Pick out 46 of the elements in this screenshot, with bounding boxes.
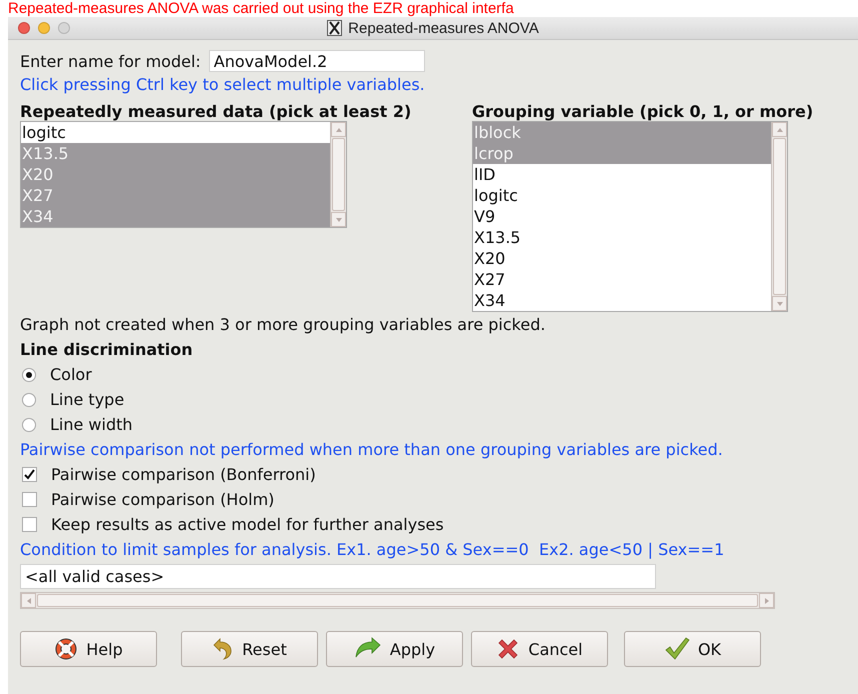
maximize-window-button[interactable] bbox=[58, 22, 70, 34]
radio-button[interactable] bbox=[22, 392, 36, 406]
scroll-left-arrow-icon[interactable] bbox=[24, 596, 32, 604]
radio-option[interactable]: Color bbox=[20, 362, 858, 387]
checkbox-option[interactable]: Pairwise comparison (Holm) bbox=[20, 487, 858, 512]
apply-button[interactable]: Apply bbox=[326, 631, 463, 667]
hint-text: Click pressing Ctrl key to select multiple variables. bbox=[20, 74, 426, 96]
scroll-right-arrow-icon[interactable] bbox=[762, 596, 770, 604]
condition-field[interactable]: <all valid cases> bbox=[20, 564, 656, 589]
checkbox[interactable] bbox=[22, 492, 37, 507]
model-name-field[interactable]: AnovaModel.2 bbox=[208, 50, 425, 72]
checkbox-option[interactable]: Keep results as active model for further analyses bbox=[20, 512, 858, 537]
radio-option[interactable]: Line type bbox=[20, 387, 858, 412]
checkbox[interactable] bbox=[22, 467, 37, 482]
scrollbar[interactable] bbox=[20, 592, 775, 609]
cancel-button[interactable]: Cancel bbox=[471, 631, 608, 667]
checkbox-option[interactable]: Pairwise comparison (Bonferroni) bbox=[20, 462, 858, 487]
window-title: Repeated-measures ANOVA bbox=[348, 20, 539, 36]
close-icon bbox=[496, 637, 520, 661]
list-heading: Grouping variable (pick 0, 1, or more) bbox=[472, 103, 814, 121]
scrollbar[interactable] bbox=[771, 122, 787, 311]
note-text: Pairwise comparison not performed when more than one grouping variables are picked. bbox=[20, 439, 724, 461]
checkbox[interactable] bbox=[22, 517, 37, 532]
note-text: Graph not created when 3 or more grouping variables are picked. bbox=[20, 314, 546, 336]
reset-button[interactable]: Reset bbox=[181, 631, 318, 667]
scroll-up-arrow-icon[interactable] bbox=[776, 126, 784, 134]
scroll-down-arrow-icon[interactable] bbox=[776, 300, 784, 308]
scroll-down-arrow-icon[interactable] bbox=[334, 216, 342, 224]
checkmark-icon bbox=[664, 637, 690, 661]
minimize-window-button[interactable] bbox=[38, 22, 50, 34]
radio-button[interactable] bbox=[22, 368, 36, 382]
field-label: Enter name for model: bbox=[20, 52, 201, 70]
close-window-button[interactable] bbox=[18, 22, 30, 34]
undo-arrow-icon bbox=[212, 638, 234, 660]
section-heading: Line discrimination bbox=[20, 339, 194, 361]
radio-button[interactable] bbox=[22, 418, 36, 432]
help-button[interactable]: Help bbox=[20, 631, 157, 667]
ok-button[interactable]: OK bbox=[624, 631, 761, 667]
condition-label: Condition to limit samples for analysis. Ex1. age>50 & Sex==0 Ex2. age<50 | Sex==1 bbox=[20, 539, 726, 561]
x-app-icon bbox=[327, 20, 342, 36]
scrollbar[interactable] bbox=[330, 122, 346, 227]
scroll-up-arrow-icon[interactable] bbox=[334, 126, 342, 134]
caption-text: Repeated-measures ANOVA was carried out using the EZR graphical interfa bbox=[8, 0, 514, 17]
radio-option[interactable]: Line width bbox=[20, 412, 858, 437]
list-heading: Repeatedly measured data (pick at least 2) bbox=[20, 103, 412, 121]
lifebuoy-icon bbox=[54, 637, 78, 661]
